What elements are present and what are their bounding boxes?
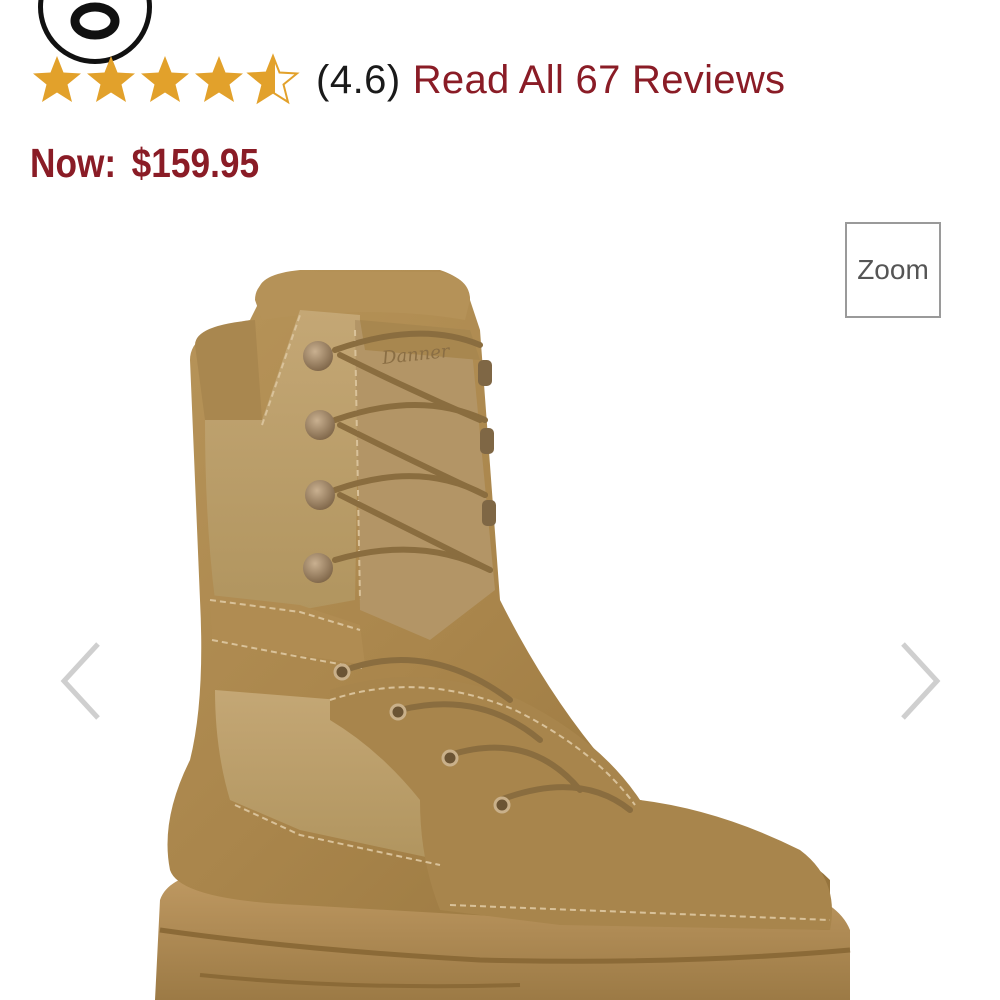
star-full-icon (33, 56, 81, 102)
price-label: Now: (30, 140, 117, 186)
price-value: $159.95 (131, 140, 260, 186)
rating-row: (4.6) Read All 67 Reviews (30, 52, 785, 108)
star-full-icon (87, 56, 135, 102)
product-page: (4.6) Read All 67 Reviews Now: $159.95 D… (0, 0, 1000, 1000)
read-reviews-link[interactable]: Read All 67 Reviews (413, 58, 786, 103)
zoom-button[interactable]: Zoom (845, 222, 941, 318)
tan-combat-boot-product-image: Danner (155, 270, 851, 1000)
rating-value: (4.6) (316, 57, 401, 102)
star-rating (30, 53, 300, 107)
star-full-icon (195, 56, 243, 102)
star-full-icon (141, 56, 189, 102)
price-row: Now: $159.95 (30, 140, 259, 187)
chevron-left-icon[interactable] (58, 640, 108, 722)
chevron-right-icon[interactable] (895, 640, 945, 722)
star-partial-icon (246, 53, 300, 105)
